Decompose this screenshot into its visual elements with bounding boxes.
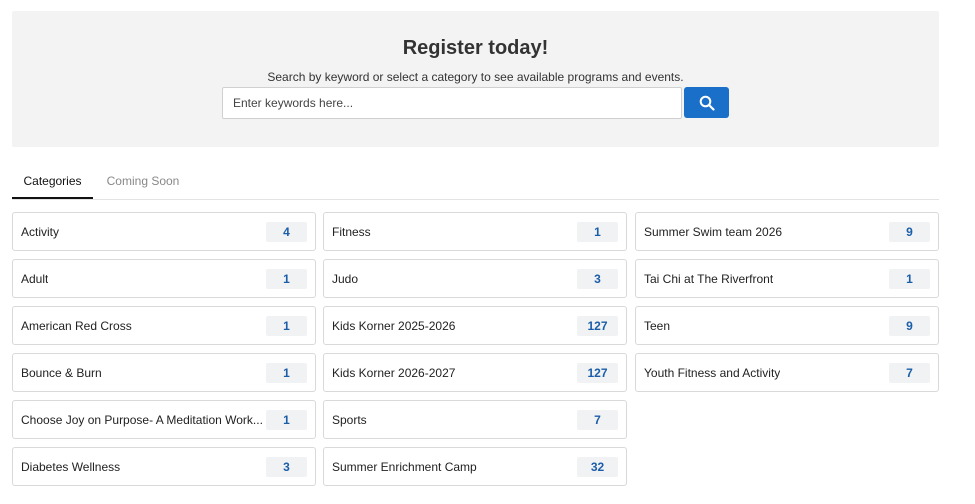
- category-label: Youth Fitness and Activity: [644, 366, 781, 380]
- category-count-badge: 1: [889, 269, 930, 289]
- search-icon: [699, 95, 715, 111]
- tab-bar: Categories Coming Soon: [12, 174, 939, 200]
- category-label: Teen: [644, 319, 671, 333]
- category-count-badge: 1: [577, 222, 618, 242]
- category-count-badge: 9: [889, 316, 930, 336]
- category-card[interactable]: Fitness 1: [323, 212, 627, 251]
- page-title: Register today!: [402, 37, 549, 59]
- category-card[interactable]: Choose Joy on Purpose- A Meditation Work…: [12, 400, 316, 439]
- category-count-badge: 3: [266, 457, 307, 477]
- category-count-badge: 9: [889, 222, 930, 242]
- category-label: Fitness: [332, 225, 371, 239]
- category-count-badge: 127: [577, 316, 618, 336]
- category-card[interactable]: Kids Korner 2026-2027 127: [323, 353, 627, 392]
- search-input[interactable]: [222, 87, 682, 119]
- category-label: Tai Chi at The Riverfront: [644, 272, 774, 286]
- category-count-badge: 1: [266, 363, 307, 383]
- category-card[interactable]: Tai Chi at The Riverfront 1: [635, 259, 939, 298]
- category-label: Bounce & Burn: [21, 366, 102, 380]
- category-card[interactable]: Diabetes Wellness 3: [12, 447, 316, 486]
- category-card[interactable]: Summer Enrichment Camp 32: [323, 447, 627, 486]
- category-count-badge: 7: [889, 363, 930, 383]
- category-label: American Red Cross: [21, 319, 132, 333]
- category-card[interactable]: Teen 9: [635, 306, 939, 345]
- tab-coming-soon[interactable]: Coming Soon: [102, 174, 184, 199]
- category-count-badge: 7: [577, 410, 618, 430]
- category-label: Sports: [332, 413, 367, 427]
- category-label: Choose Joy on Purpose- A Meditation Work…: [21, 413, 263, 427]
- category-count-badge: 1: [266, 316, 307, 336]
- tab-categories[interactable]: Categories: [12, 174, 93, 199]
- category-card[interactable]: Judo 3: [323, 259, 627, 298]
- category-card[interactable]: Bounce & Burn 1: [12, 353, 316, 392]
- page-subtitle: Search by keyword or select a category t…: [267, 70, 684, 84]
- search-hero: Register today! Search by keyword or sel…: [12, 11, 939, 147]
- category-label: Adult: [21, 272, 49, 286]
- category-count-badge: 127: [577, 363, 618, 383]
- category-card[interactable]: Adult 1: [12, 259, 316, 298]
- category-count-badge: 1: [266, 269, 307, 289]
- category-card[interactable]: Youth Fitness and Activity 7: [635, 353, 939, 392]
- search-button[interactable]: [684, 87, 729, 118]
- category-label: Kids Korner 2025-2026: [332, 319, 456, 333]
- category-count-badge: 32: [577, 457, 618, 477]
- category-card[interactable]: Kids Korner 2025-2026 127: [323, 306, 627, 345]
- category-card[interactable]: Activity 4: [12, 212, 316, 251]
- category-card[interactable]: American Red Cross 1: [12, 306, 316, 345]
- category-label: Kids Korner 2026-2027: [332, 366, 456, 380]
- category-card[interactable]: Sports 7: [323, 400, 627, 439]
- category-count-badge: 1: [266, 410, 307, 430]
- category-card[interactable]: Summer Swim team 2026 9: [635, 212, 939, 251]
- category-label: Activity: [21, 225, 60, 239]
- category-count-badge: 3: [577, 269, 618, 289]
- category-label: Judo: [332, 272, 359, 286]
- category-label: Diabetes Wellness: [21, 460, 121, 474]
- category-label: Summer Swim team 2026: [644, 225, 783, 239]
- category-label: Summer Enrichment Camp: [332, 460, 477, 474]
- category-count-badge: 4: [266, 222, 307, 242]
